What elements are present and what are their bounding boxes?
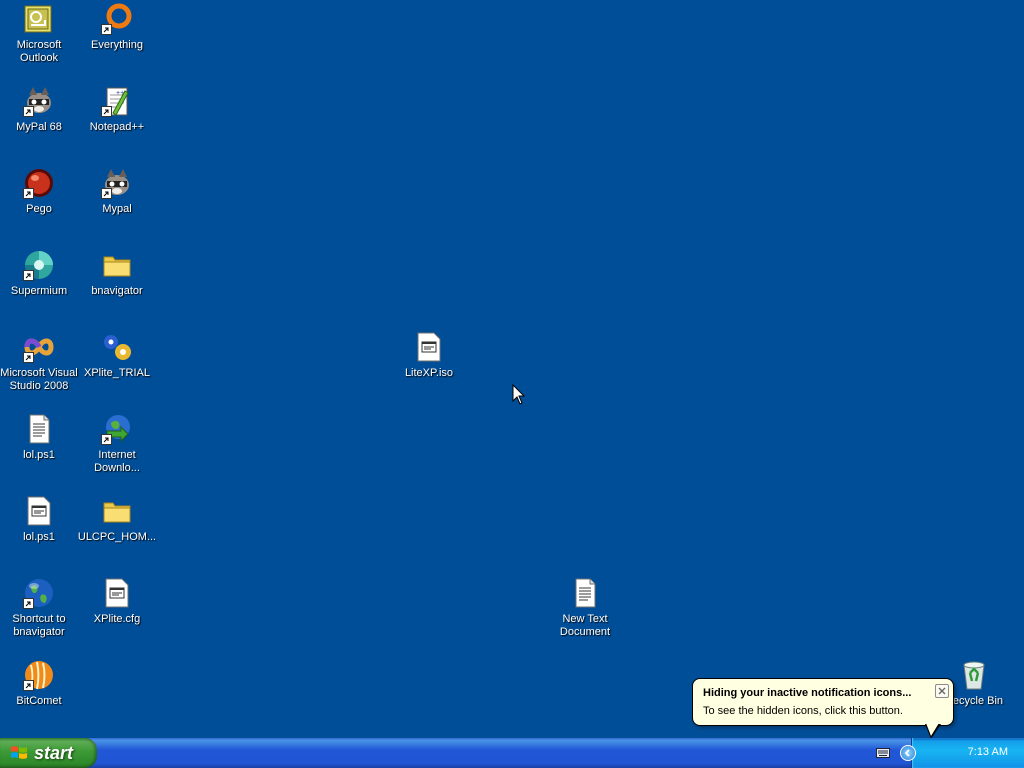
desktop-icon-label: lol.ps1 <box>23 531 55 543</box>
shortcut-arrow-icon <box>101 106 112 117</box>
shortcut-arrow-icon <box>23 352 34 363</box>
text-file-icon <box>29 414 50 444</box>
desktop: Microsoft Outlook MyPal 68 Pego Supermiu… <box>0 0 1024 739</box>
windows-flag-icon <box>11 746 27 759</box>
desktop-icon-label: BitComet <box>16 695 62 707</box>
desktop-icon-label: ULCPC_HOM... <box>77 531 157 543</box>
desktop-icon-lol-ps1-file[interactable]: lol.ps1 <box>0 495 79 544</box>
start-button[interactable]: start <box>0 738 97 768</box>
desktop-icon-label: lol.ps1 <box>23 449 55 461</box>
shortcut-arrow-icon <box>23 188 34 199</box>
desktop-icon-label: Microsoft Outlook <box>16 39 62 64</box>
desktop-icon-shortcut-to-bnavigator[interactable]: Shortcut to bnavigator <box>0 577 79 639</box>
desktop-icon-bitcomet[interactable]: BitComet <box>0 659 79 708</box>
svg-text:++: ++ <box>116 90 124 97</box>
shortcut-arrow-icon <box>23 598 34 609</box>
balloon-body: To see the hidden icons, click this butt… <box>703 705 903 717</box>
balloon-pointer-fill <box>926 723 939 736</box>
desktop-icon-label: New Text Document <box>559 613 611 638</box>
desktop-icon-lol-ps1-text[interactable]: lol.ps1 <box>0 413 79 462</box>
desktop-icon-ulcpc-hom[interactable]: ULCPC_HOM... <box>77 495 157 544</box>
desktop-icon-label: MyPal 68 <box>16 121 62 133</box>
desktop-icon-xplite-cfg[interactable]: XPlite.cfg <box>77 577 157 626</box>
desktop-icon-visual-studio[interactable]: Microsoft Visual Studio 2008 <box>0 331 79 393</box>
shortcut-arrow-icon <box>101 24 112 35</box>
desktop-icon-label: XPlite_TRIAL <box>83 367 151 379</box>
desktop-icon-bnavigator[interactable]: bnavigator <box>77 249 157 298</box>
shortcut-arrow-icon <box>23 270 34 281</box>
mouse-cursor-icon <box>512 384 526 405</box>
desktop-icon-microsoft-outlook[interactable]: Microsoft Outlook <box>0 3 79 65</box>
desktop-icon-notepad-plus-plus[interactable]: ++ Notepad++ <box>77 85 157 134</box>
desktop-icon-pego[interactable]: Pego <box>0 167 79 216</box>
text-file-icon <box>575 578 596 608</box>
shortcut-arrow-icon <box>23 106 34 117</box>
close-icon <box>938 687 946 695</box>
desktop-icon-label: Shortcut to bnavigator <box>12 613 66 638</box>
generic-file-icon <box>417 332 441 362</box>
xplite-icon <box>104 335 131 360</box>
desktop-icon-label: Everything <box>91 39 143 51</box>
desktop-icon-xplite-trial[interactable]: XPlite_TRIAL <box>77 331 157 380</box>
outlook-icon <box>24 5 52 33</box>
desktop-icon-new-text-document[interactable]: New Text Document <box>545 577 625 639</box>
desktop-icon-label: Internet Downlo... <box>94 449 140 474</box>
desktop-icon-mypal[interactable]: Mypal <box>77 167 157 216</box>
show-hidden-icons-button[interactable] <box>900 745 916 761</box>
shortcut-arrow-icon <box>101 188 112 199</box>
desktop-icon-label: LiteXP.iso <box>404 367 454 379</box>
taskbar: start 7:13 AM <box>0 738 1024 768</box>
notification-balloon[interactable]: Hiding your inactive notification icons.… <box>692 678 954 739</box>
desktop-icon-label: Mypal <box>102 203 132 215</box>
desktop-icon-label: Notepad++ <box>89 121 145 133</box>
recycle-bin-icon <box>963 661 985 690</box>
balloon-close-button[interactable] <box>935 684 949 698</box>
desktop-icon-label: Microsoft Visual Studio 2008 <box>0 367 78 392</box>
clock[interactable]: 7:13 AM <box>968 746 1008 758</box>
desktop-icon-label: XPlite.cfg <box>93 613 141 625</box>
folder-icon <box>103 502 131 523</box>
desktop-icon-litexp-iso[interactable]: LiteXP.iso <box>389 331 469 380</box>
start-label: start <box>34 742 74 763</box>
shortcut-arrow-icon <box>101 434 112 445</box>
desktop-icon-supermium[interactable]: Supermium <box>0 249 79 298</box>
balloon-title: Hiding your inactive notification icons.… <box>703 687 912 699</box>
shortcut-arrow-icon <box>23 680 34 691</box>
desktop-icon-label: Pego <box>26 203 52 215</box>
desktop-icon-everything[interactable]: Everything <box>77 3 157 52</box>
notification-area: 7:13 AM <box>876 738 1024 768</box>
generic-file-icon <box>105 578 129 608</box>
folder-icon <box>103 256 131 277</box>
chevron-left-icon <box>904 749 910 757</box>
desktop-icon-mypal-68[interactable]: MyPal 68 <box>0 85 79 134</box>
desktop-icon-label: bnavigator <box>91 285 143 297</box>
desktop-icon-label: Supermium <box>10 285 68 297</box>
keyboard-icon[interactable] <box>876 747 890 759</box>
desktop-icon-internet-download-manager[interactable]: Internet Downlo... <box>77 413 157 475</box>
generic-file-icon <box>27 496 51 526</box>
